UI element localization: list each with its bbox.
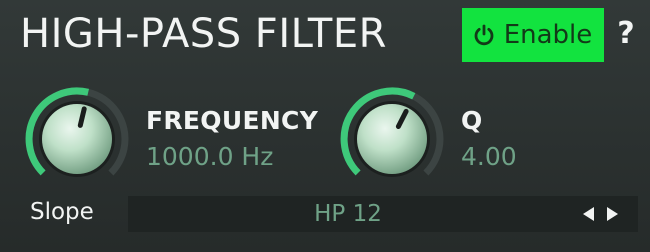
slope-label: Slope — [30, 199, 94, 225]
frequency-knob[interactable] — [24, 86, 130, 192]
frequency-value[interactable]: 1000.0 Hz — [146, 142, 273, 171]
slope-selector[interactable]: HP 12 — [128, 196, 638, 232]
enable-label: Enable — [503, 20, 593, 50]
arrow-left-icon[interactable] — [581, 206, 595, 222]
q-value[interactable]: 4.00 — [461, 142, 517, 171]
frequency-label: FREQUENCY — [146, 106, 319, 135]
enable-button[interactable]: Enable — [462, 8, 604, 62]
panel-title: HIGH-PASS FILTER — [20, 11, 387, 57]
help-button[interactable]: ? — [612, 14, 640, 54]
q-knob[interactable] — [339, 86, 445, 192]
q-label: Q — [461, 106, 483, 135]
power-icon — [474, 24, 494, 46]
arrow-right-icon[interactable] — [606, 206, 620, 222]
high-pass-filter-panel: HIGH-PASS FILTER Enable ? FREQUENCY 1000… — [0, 0, 650, 252]
slope-value: HP 12 — [314, 201, 382, 227]
